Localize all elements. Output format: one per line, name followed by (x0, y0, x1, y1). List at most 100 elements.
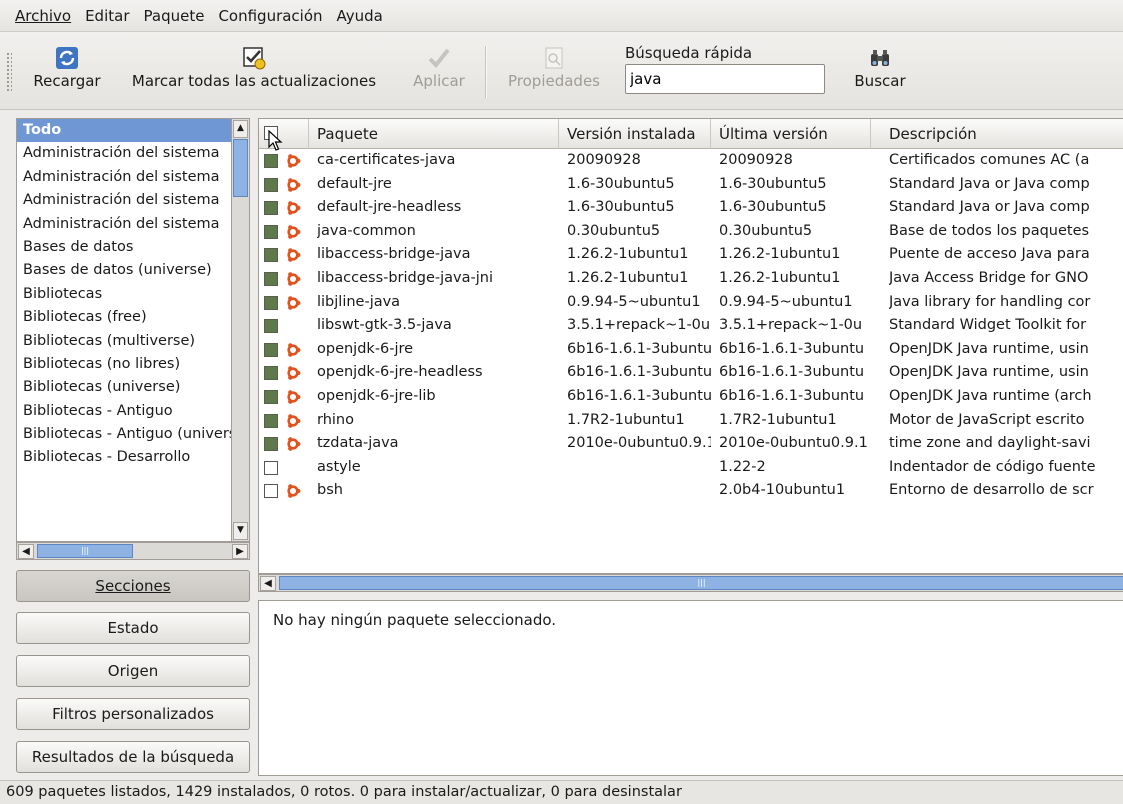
reload-button[interactable]: Recargar (22, 36, 112, 106)
package-checkbox[interactable] (264, 201, 278, 216)
table-row[interactable]: libswt-gtk-3.5-java 3.5.1+repack~1-0u 3.5.… (259, 314, 1123, 338)
properties-button[interactable]: Propiedades (500, 36, 608, 106)
ubuntu-logo-icon (285, 342, 301, 358)
package-name: libaccess-bridge-java-jni (317, 270, 493, 286)
package-checkbox[interactable] (264, 272, 278, 286)
origin-filter-button[interactable]: Origen (16, 655, 250, 687)
reload-label: Recargar (33, 72, 101, 90)
header-installed-version[interactable]: Versión instalada (559, 119, 711, 149)
package-checkbox[interactable] (264, 224, 278, 239)
section-item[interactable]: Administración del sistema (17, 189, 231, 212)
search-button[interactable]: Buscar (848, 36, 912, 106)
package-checkbox[interactable] (264, 342, 278, 357)
table-row[interactable]: tzdata-java 2010e-0ubuntu0.9.1 2010e-0ubun… (259, 432, 1123, 456)
section-item[interactable]: Bibliotecas (no libres) (17, 353, 231, 376)
table-row[interactable]: libjline-java 0.9.94-5~ubuntu1 0.9.94-5~ub… (259, 291, 1123, 315)
table-row[interactable]: bsh 2.0b4-10ubuntu1 Entorno de desarrollo … (259, 479, 1123, 503)
table-row[interactable]: openjdk-6-jre-lib 6b16-1.6.1-3ubuntu 6b16-… (259, 385, 1123, 409)
section-item[interactable]: Bibliotecas (free) (17, 306, 231, 329)
latest-version: 6b16-1.6.1-3ubuntu (719, 364, 865, 381)
menu-ayuda[interactable]: Ayuda (330, 7, 390, 25)
section-item[interactable]: Bibliotecas (universe) (17, 376, 231, 399)
section-item[interactable]: Administración del sistema (17, 166, 231, 189)
sections-vertical-scrollbar[interactable]: ▲ ▼ (232, 118, 250, 542)
scroll-up-icon[interactable]: ▲ (233, 120, 248, 138)
table-row[interactable]: default-jre-headless 1.6-30ubuntu5 1.6-30u… (259, 196, 1123, 220)
mouse-cursor-icon (268, 130, 283, 151)
menu-archivo[interactable]: Archivo (8, 7, 78, 25)
package-checkbox[interactable] (264, 366, 278, 381)
section-item[interactable]: Bibliotecas - Desarrollo (17, 446, 231, 469)
ubuntu-logo-icon (285, 365, 301, 381)
mark-updates-icon (243, 47, 266, 70)
package-name: bsh (317, 482, 343, 499)
table-row[interactable]: default-jre 1.6-30ubuntu5 1.6-30ubuntu5 Sta… (259, 173, 1123, 197)
section-item[interactable]: Todo (17, 119, 231, 143)
scroll-left-icon[interactable]: ◀ (18, 544, 34, 559)
section-item[interactable]: Bibliotecas - Antiguo (universe) (17, 423, 231, 446)
table-row[interactable]: java-common 0.30ubuntu5 0.30ubuntu5 Base de… (259, 220, 1123, 244)
scroll-thumb[interactable] (233, 139, 248, 197)
package-checkbox[interactable] (264, 177, 278, 192)
apply-button[interactable]: Aplicar (404, 36, 474, 106)
installed-version: 1.6-30ubuntu5 (567, 175, 675, 192)
header-description[interactable]: Descripción (881, 119, 1123, 149)
sections-list[interactable]: Todo Administración del sistema Administ… (16, 118, 232, 542)
table-row[interactable]: openjdk-6-jre-headless 6b16-1.6.1-3ubuntu… (259, 361, 1123, 385)
installed-version: 2010e-0ubuntu0.9.1 (567, 435, 711, 452)
package-details: No hay ningún paquete seleccionado. (258, 600, 1123, 776)
package-checkbox[interactable] (264, 413, 278, 428)
table-row[interactable]: astyle 1.22-2 Indentador de código fuente (259, 456, 1123, 480)
quick-search-input[interactable] (625, 64, 825, 94)
table-row[interactable]: ca-certificates-java 20090928 20090928 Cert… (259, 149, 1123, 173)
header-latest-version[interactable]: Última versión (711, 119, 871, 149)
package-checkbox[interactable] (264, 460, 278, 475)
table-row[interactable]: rhino 1.7R2-1ubuntu1 1.7R2-1ubuntu1 Motor d… (259, 409, 1123, 433)
header-checkbox-column[interactable] (259, 119, 309, 149)
scroll-thumb[interactable]: ||| (279, 576, 1123, 590)
table-row[interactable]: openjdk-6-jre 6b16-1.6.1-3ubuntu 6b16-1.6.… (259, 338, 1123, 362)
package-checkbox[interactable] (264, 390, 278, 404)
package-description: Motor de JavaScript escrito (889, 411, 1085, 428)
section-item[interactable]: Bibliotecas (17, 283, 231, 306)
section-item[interactable]: Bases de datos (17, 236, 231, 259)
sections-filter-label: Secciones (95, 577, 171, 595)
package-checkbox[interactable] (264, 248, 278, 263)
menu-paquete[interactable]: Paquete (137, 7, 212, 25)
toolbar-grip[interactable] (6, 52, 12, 92)
section-item[interactable]: Administración del sistema (17, 142, 231, 165)
search-results-button[interactable]: Resultados de la búsqueda (16, 741, 250, 773)
package-checkbox[interactable] (264, 484, 278, 499)
package-name: openjdk-6-jre-lib (317, 388, 436, 404)
table-row[interactable]: libaccess-bridge-java 1.26.2-1ubuntu1 1.26… (259, 243, 1123, 267)
section-item[interactable]: Administración del sistema (17, 213, 231, 236)
package-description: Java Access Bridge for GNO (889, 270, 1089, 286)
custom-filters-button[interactable]: Filtros personalizados (16, 698, 250, 730)
table-row[interactable]: libaccess-bridge-java-jni 1.26.2-1ubuntu1… (259, 267, 1123, 291)
scroll-down-icon[interactable]: ▼ (233, 522, 248, 540)
package-checkbox[interactable] (264, 437, 278, 452)
properties-label: Propiedades (508, 72, 600, 90)
package-name: tzdata-java (317, 435, 399, 452)
mark-all-updates-button[interactable]: Marcar todas las actualizaciones (116, 36, 392, 106)
sections-horizontal-scrollbar[interactable]: ◀ ||| ▶ (16, 542, 250, 560)
menu-editar[interactable]: Editar (78, 7, 136, 25)
section-item[interactable]: Bibliotecas - Antiguo (17, 400, 231, 423)
package-checkbox[interactable] (264, 319, 278, 334)
header-package[interactable]: Paquete (309, 119, 559, 149)
menu-configuracion[interactable]: Configuración (211, 7, 329, 25)
scroll-left-icon[interactable]: ◀ (260, 576, 276, 591)
scroll-thumb[interactable]: ||| (37, 544, 133, 558)
package-checkbox[interactable] (264, 154, 278, 168)
section-item[interactable]: Bibliotecas (multiverse) (17, 330, 231, 353)
sections-filter-button[interactable]: Secciones (16, 570, 250, 602)
section-item[interactable]: Bases de datos (universe) (17, 259, 231, 282)
package-table[interactable]: Paquete Versión instalada Última versión… (258, 118, 1123, 574)
status-filter-button[interactable]: Estado (16, 612, 250, 644)
ubuntu-logo-icon (285, 200, 301, 216)
latest-version: 0.30ubuntu5 (719, 222, 813, 239)
scroll-right-icon[interactable]: ▶ (232, 544, 248, 559)
installed-version: 1.6-30ubuntu5 (567, 199, 675, 216)
package-checkbox[interactable] (264, 295, 278, 310)
table-horizontal-scrollbar[interactable]: ◀ ||| (258, 574, 1123, 592)
